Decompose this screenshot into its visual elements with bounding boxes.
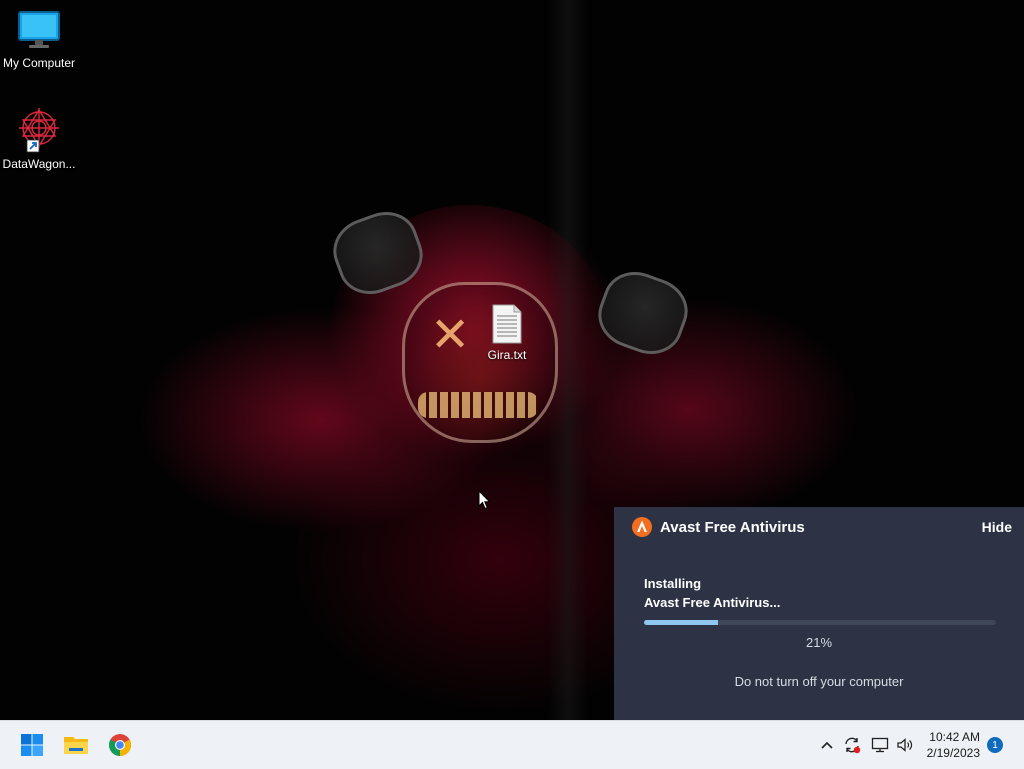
avast-title: Avast Free Antivirus: [660, 518, 805, 536]
text-file-icon: [492, 304, 522, 344]
avast-logo-icon: [632, 517, 652, 537]
clock-time: 10:42 AM: [929, 730, 980, 744]
clock-date: 2/19/2023: [926, 746, 980, 760]
desktop: ✕ My Computer DataWagon... Gira.txt Avas…: [0, 0, 1024, 720]
taskbar: 10:42 AM 2/19/2023 1: [0, 720, 1024, 769]
avast-status: Installing Avast Free Antivirus...: [644, 574, 780, 612]
avast-install-panel: Avast Free Antivirus Hide Installing Ava…: [614, 507, 1024, 720]
chrome-icon: [109, 734, 131, 756]
desktop-icon-gira-txt[interactable]: Gira.txt: [465, 303, 549, 362]
tray-sync[interactable]: [842, 735, 862, 755]
avast-progress-text: 21%: [805, 635, 833, 650]
datawagon-shortcut-icon: [19, 108, 59, 153]
desktop-icon-datawagon[interactable]: DataWagon...: [0, 106, 81, 171]
tray-network[interactable]: [870, 735, 890, 755]
network-icon: [871, 737, 889, 753]
mouse-cursor-icon: [478, 490, 491, 510]
taskbar-file-explorer[interactable]: [60, 729, 92, 761]
avast-warning-text: Do not turn off your computer: [734, 674, 904, 689]
sync-alert-icon: [845, 737, 861, 754]
start-button[interactable]: [16, 729, 48, 761]
tray-chevron[interactable]: [819, 735, 835, 755]
desktop-icon-label: My Computer: [2, 56, 76, 70]
wallpaper-teeth: [418, 392, 538, 418]
desktop-icon-label: Gira.txt: [487, 348, 527, 362]
chevron-up-icon: [821, 741, 833, 749]
tray-volume[interactable]: [895, 735, 915, 755]
avast-header: Avast Free Antivirus: [632, 517, 805, 537]
monitor-icon: [18, 11, 60, 48]
avast-progress-fill: [644, 620, 718, 625]
taskbar-chrome[interactable]: [104, 729, 136, 761]
avast-status-line2: Avast Free Antivirus...: [644, 595, 781, 610]
avast-hide-button[interactable]: Hide: [982, 519, 1012, 535]
desktop-icon-label: DataWagon...: [2, 157, 76, 171]
taskbar-clock[interactable]: 10:42 AM 2/19/2023: [927, 729, 980, 761]
avast-status-line1: Installing: [644, 576, 702, 591]
notification-badge[interactable]: 1: [987, 737, 1003, 753]
desktop-icon-my-computer[interactable]: My Computer: [0, 10, 81, 70]
volume-icon: [897, 738, 913, 752]
file-explorer-icon: [64, 737, 88, 754]
avast-progress-bar: [644, 620, 996, 625]
start-icon: [21, 734, 43, 756]
